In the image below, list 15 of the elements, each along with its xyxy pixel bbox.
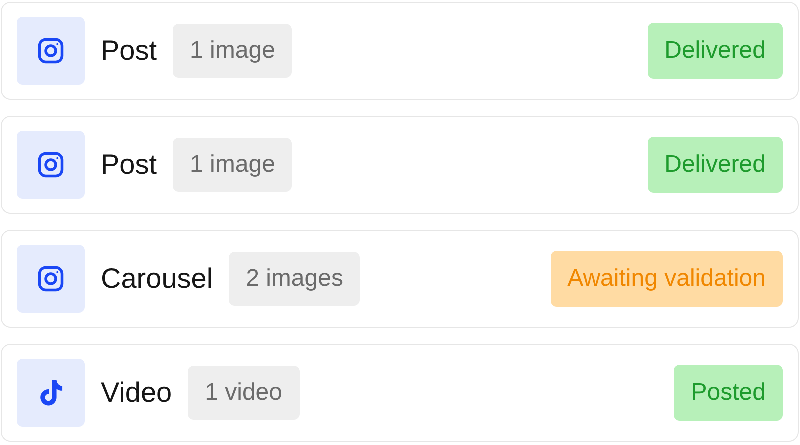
camera-icon — [36, 150, 66, 180]
status-tag: Awaiting validation — [550, 251, 783, 307]
media-count: 2 images — [229, 252, 360, 306]
media-count: 1 video — [188, 366, 300, 420]
post-type: Carousel — [101, 262, 214, 296]
media-count: 1 image — [173, 24, 292, 78]
post-type: Post — [101, 34, 158, 68]
post-type: Post — [101, 148, 158, 182]
camera-icon — [36, 264, 66, 294]
media-count: 1 image — [173, 138, 292, 192]
camera-icon — [36, 36, 66, 66]
status-tag: Delivered — [648, 137, 783, 193]
status-tag: Posted — [674, 365, 783, 421]
status-tag: Delivered — [648, 23, 783, 79]
post-type: Video — [101, 376, 172, 410]
